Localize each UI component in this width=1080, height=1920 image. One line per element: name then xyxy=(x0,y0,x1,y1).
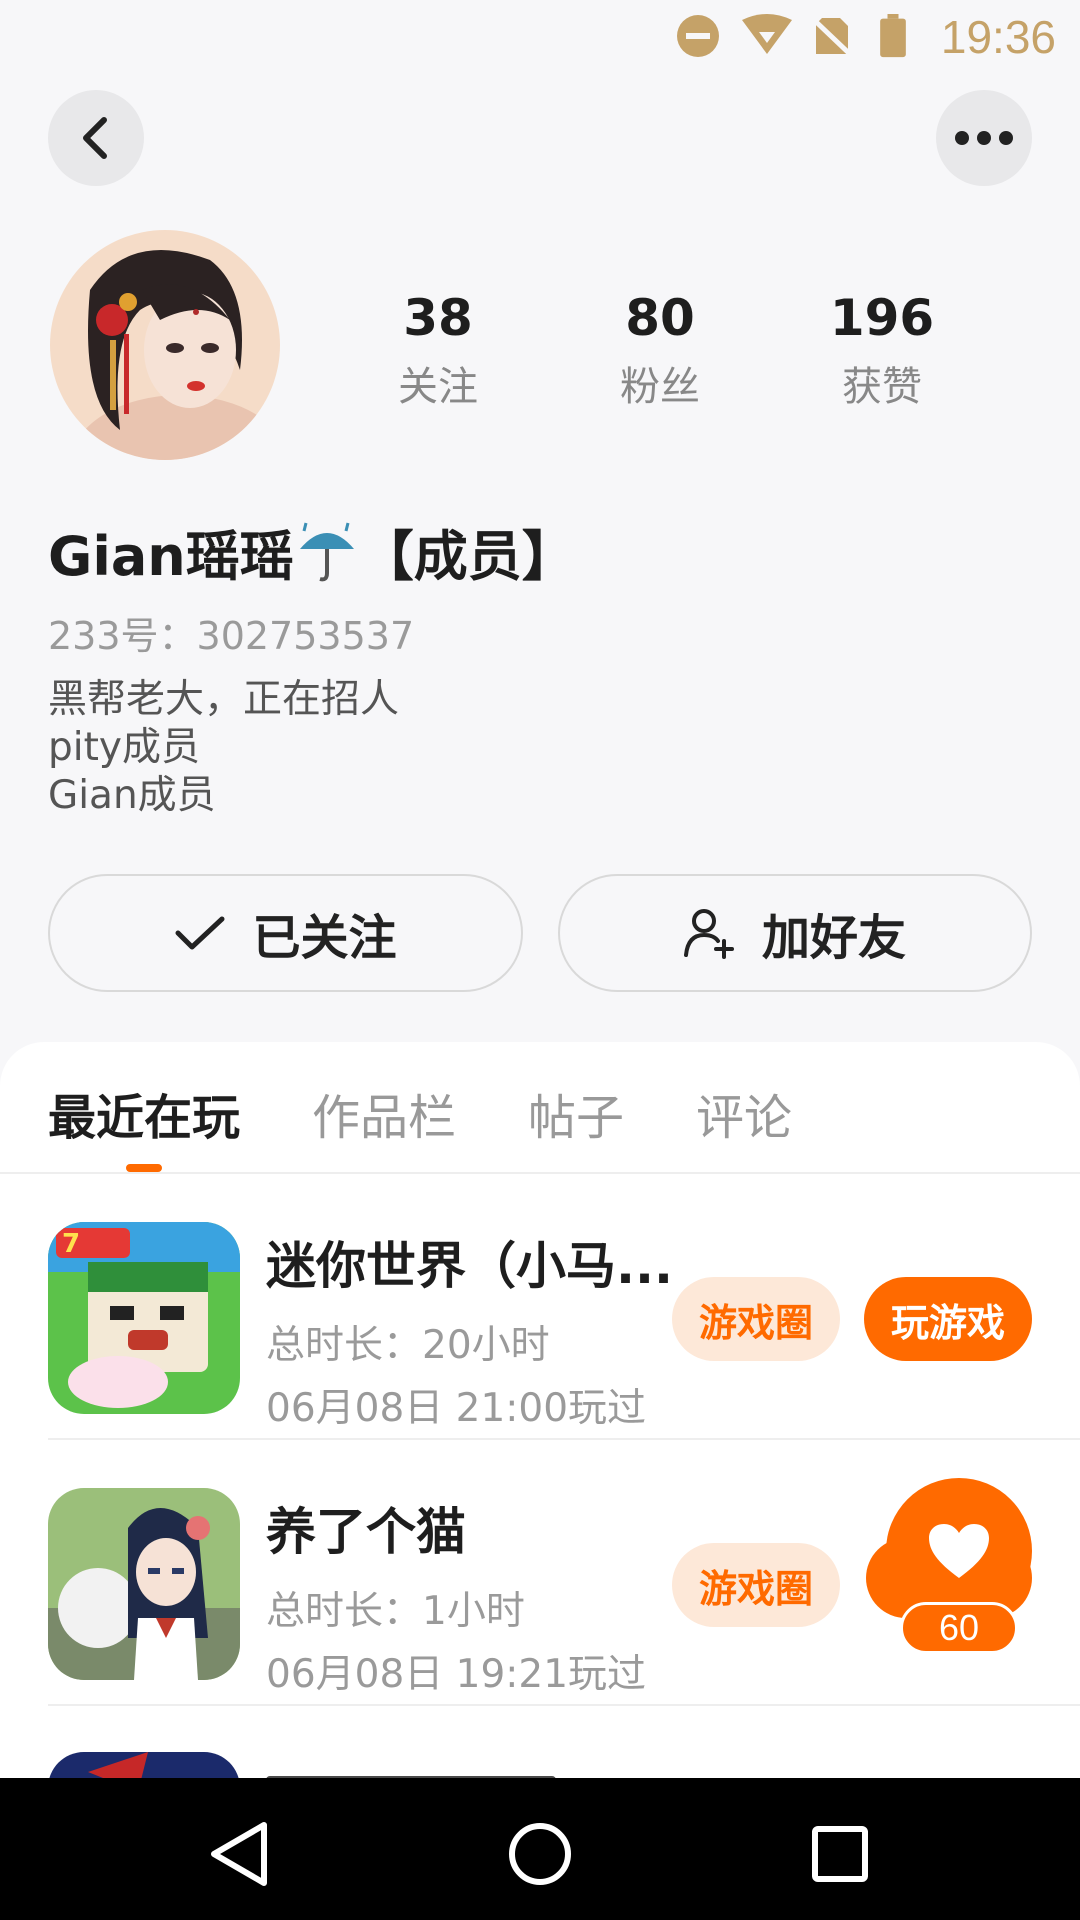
stat-followers[interactable]: 80 粉丝 xyxy=(570,288,750,412)
battery-icon xyxy=(880,14,906,58)
stat-following[interactable]: 38 关注 xyxy=(348,288,528,412)
tab-indicator xyxy=(126,1164,162,1172)
nav-back-button[interactable] xyxy=(200,1814,280,1894)
do-not-disturb-icon xyxy=(677,15,719,57)
mini-world-game-icon: 7 xyxy=(48,1222,240,1414)
game-row[interactable]: 7 迷你世界（小马... 总时长：20小时 06月08日 21:00玩过 游戏圈… xyxy=(0,1174,1080,1440)
stat-likes[interactable]: 196 获赞 xyxy=(792,288,972,412)
recents-square-icon xyxy=(812,1826,868,1882)
user-id: 233号：302753537 xyxy=(48,614,415,658)
more-horizontal-icon xyxy=(955,131,1013,145)
bio: 黑帮老大，正在招人 pity成员 Gian成员 xyxy=(48,676,399,820)
third-game-title-clipped xyxy=(266,1760,556,1778)
followers-count: 80 xyxy=(625,289,695,347)
umbrella-rain-icon xyxy=(299,522,354,582)
game-title: 养了个猫 xyxy=(266,1503,466,1561)
tab-bar: 最近在玩 作品栏 帖子 评论 xyxy=(0,1042,1080,1174)
game-duration: 总时长：20小时 xyxy=(266,1323,550,1368)
nav-recents-button[interactable] xyxy=(800,1814,880,1894)
back-triangle-icon xyxy=(211,1822,267,1886)
home-circle-icon xyxy=(509,1823,571,1885)
content-panel: 最近在玩 作品栏 帖子 评论 7 迷你世界（小马... 总时长：20小时 06月… xyxy=(0,1042,1080,1778)
followed-button[interactable]: 已关注 xyxy=(48,874,523,992)
tab-works[interactable]: 作品栏 xyxy=(312,1078,456,1148)
nav-home-button[interactable] xyxy=(500,1814,580,1894)
like-count: 60 xyxy=(900,1602,1018,1654)
following-count: 38 xyxy=(403,289,473,347)
bio-line: Gian成员 xyxy=(48,773,216,818)
game-duration: 总时长：1小时 xyxy=(266,1589,525,1634)
avatar-illustration xyxy=(50,230,280,460)
bio-line: 黑帮老大，正在招人 xyxy=(48,677,400,722)
status-bar: 19:36 xyxy=(0,0,1080,72)
heart-icon xyxy=(929,1524,989,1578)
check-icon xyxy=(174,913,226,953)
nickname: Gian瑶瑶 【成员】 xyxy=(48,512,576,591)
tab-recently-played[interactable]: 最近在玩 xyxy=(48,1078,240,1148)
more-options-button[interactable] xyxy=(936,90,1032,186)
game-circle-button[interactable]: 游戏圈 xyxy=(672,1277,840,1361)
tab-comments[interactable]: 评论 xyxy=(696,1078,792,1148)
system-nav-bar xyxy=(0,1778,1080,1920)
likes-label: 获赞 xyxy=(842,364,922,410)
bio-line: pity成员 xyxy=(48,725,200,770)
following-label: 关注 xyxy=(398,364,478,410)
back-button[interactable] xyxy=(48,90,144,186)
nickname-text: Gian瑶瑶 xyxy=(48,525,294,588)
game-icon[interactable]: 7 xyxy=(48,1222,240,1414)
chevron-left-icon xyxy=(83,117,107,159)
game-last-played: 06月08日 21:00玩过 xyxy=(266,1386,647,1431)
add-user-icon xyxy=(683,907,736,959)
divider xyxy=(48,1704,1080,1706)
cat-game-icon xyxy=(48,1488,240,1680)
clock: 19:36 xyxy=(940,11,1056,63)
no-sim-icon xyxy=(810,16,854,58)
nickname-tag: 【成员】 xyxy=(359,525,576,588)
like-float-button[interactable]: 60 xyxy=(866,1478,1032,1654)
game-last-played: 06月08日 19:21玩过 xyxy=(266,1652,647,1697)
game-icon[interactable] xyxy=(48,1488,240,1680)
add-friend-button[interactable]: 加好友 xyxy=(558,874,1032,992)
add-friend-label: 加好友 xyxy=(761,910,906,966)
svg-text:7: 7 xyxy=(62,1229,80,1259)
tab-posts[interactable]: 帖子 xyxy=(528,1078,624,1148)
game-title: 迷你世界（小马... xyxy=(266,1237,673,1295)
play-game-button[interactable]: 玩游戏 xyxy=(864,1277,1032,1361)
avatar[interactable] xyxy=(50,230,280,460)
game-icon[interactable] xyxy=(48,1752,240,1778)
wifi-icon xyxy=(742,14,792,54)
followers-label: 粉丝 xyxy=(620,364,700,410)
followed-label: 已关注 xyxy=(252,910,397,966)
third-game-icon xyxy=(48,1752,240,1778)
game-circle-button[interactable]: 游戏圈 xyxy=(672,1543,840,1627)
likes-count: 196 xyxy=(829,289,935,347)
